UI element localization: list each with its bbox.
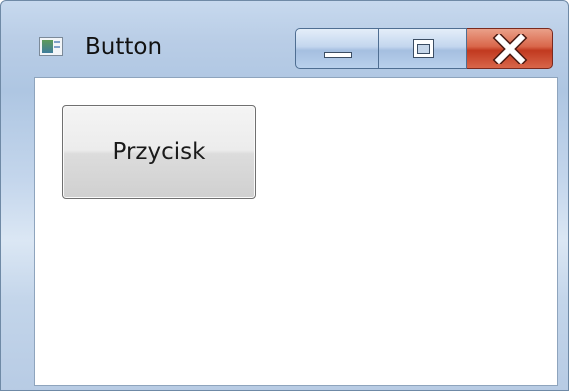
minimize-button[interactable] — [295, 28, 379, 69]
window-title: Button — [85, 34, 163, 60]
app-icon-graphic — [42, 40, 53, 53]
przycisk-button[interactable]: Przycisk — [62, 105, 256, 199]
minimize-icon — [324, 52, 352, 58]
app-window: Button Przycisk — [0, 0, 569, 391]
app-icon-line — [54, 41, 60, 43]
maximize-button[interactable] — [379, 28, 467, 69]
maximize-icon — [413, 39, 434, 58]
title-bar[interactable]: Button — [1, 1, 568, 71]
close-icon — [467, 29, 552, 68]
caption-buttons — [295, 28, 553, 69]
app-icon[interactable] — [39, 37, 63, 56]
app-icon-line — [54, 46, 60, 48]
close-button[interactable] — [467, 28, 553, 69]
client-area: Przycisk — [34, 77, 558, 386]
